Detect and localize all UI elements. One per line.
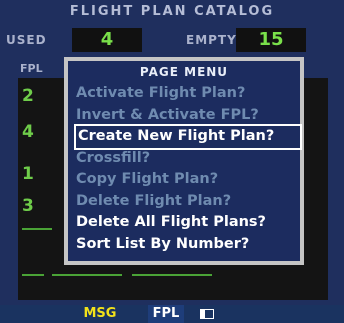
used-label: USED — [6, 33, 47, 47]
fpl-column-label: FPL — [20, 62, 43, 75]
menu-items: Activate Flight Plan? Invert & Activate … — [68, 83, 302, 256]
list-item-number[interactable]: 2 — [22, 86, 34, 106]
gps-screen: FLIGHT PLAN CATALOG USED 4 EMPTY 15 FPL … — [0, 0, 344, 323]
empty-label: EMPTY — [186, 33, 237, 47]
used-count: 4 — [72, 28, 142, 52]
menu-item-sort-list-by-number[interactable]: Sort List By Number? — [76, 234, 300, 256]
list-item-number[interactable]: 4 — [22, 122, 34, 142]
list-placeholder-line — [132, 274, 212, 276]
page-indicator-icon — [204, 309, 214, 319]
status-bar: MSG FPL — [0, 305, 344, 323]
menu-item-activate-flight-plan[interactable]: Activate Flight Plan? — [76, 83, 300, 105]
menu-item-delete-all-flight-plans[interactable]: Delete All Flight Plans? — [76, 212, 300, 234]
menu-title: PAGE MENU — [139, 65, 229, 79]
menu-item-delete-flight-plan[interactable]: Delete Flight Plan? — [76, 191, 300, 213]
list-item-number[interactable]: 3 — [22, 196, 34, 216]
menu-item-invert-activate-fpl[interactable]: Invert & Activate FPL? — [76, 105, 300, 127]
page-menu: PAGE MENU Activate Flight Plan? Invert &… — [64, 57, 304, 265]
msg-annunciator[interactable]: MSG — [80, 305, 120, 323]
page-title: FLIGHT PLAN CATALOG — [69, 4, 275, 19]
menu-item-copy-flight-plan[interactable]: Copy Flight Plan? — [76, 169, 300, 191]
menu-item-create-new-flight-plan[interactable]: Create New Flight Plan? — [74, 124, 302, 150]
mode-tab-fpl[interactable]: FPL — [148, 305, 184, 323]
menu-item-crossfill[interactable]: Crossfill? — [76, 148, 300, 170]
list-placeholder-line — [52, 274, 122, 276]
list-placeholder-line — [22, 228, 52, 230]
list-item-number[interactable]: 1 — [22, 164, 34, 184]
list-placeholder-line — [22, 274, 44, 276]
empty-count: 15 — [236, 28, 306, 52]
